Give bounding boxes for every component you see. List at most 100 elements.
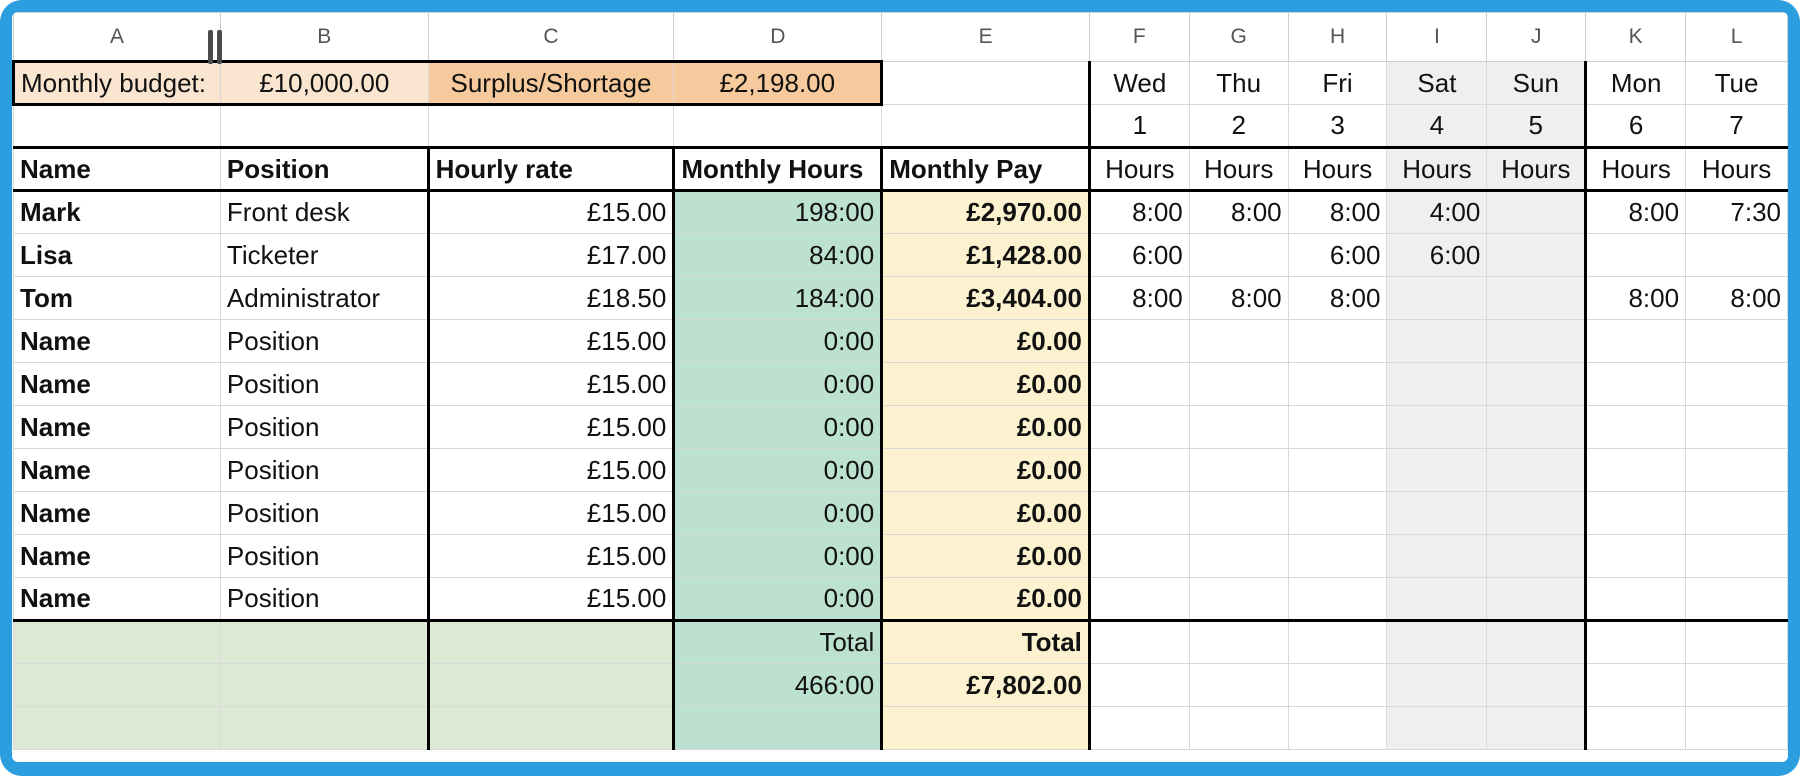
day-hours-cell[interactable]	[1188, 362, 1289, 406]
day-hours-cell[interactable]	[1685, 534, 1788, 578]
monthly-pay-cell[interactable]: £2,970.00	[881, 190, 1091, 234]
monthly-pay-cell[interactable]: £3,404.00	[881, 276, 1091, 320]
grid-cell[interactable]	[1188, 706, 1289, 750]
day-hours-cell[interactable]	[1585, 577, 1687, 622]
monthly-hours-cell[interactable]: 0:00	[673, 405, 884, 449]
day-name-cell[interactable]: Tue	[1685, 61, 1788, 105]
grid-cell[interactable]	[673, 706, 884, 750]
column-header-e[interactable]: E	[881, 12, 1090, 62]
grid-cell[interactable]	[13, 104, 221, 148]
column-header-d[interactable]: D	[673, 12, 883, 62]
day-unit-cell[interactable]: Hours	[1386, 146, 1488, 192]
day-number-cell[interactable]: 7	[1685, 104, 1788, 148]
day-hours-cell[interactable]: 6:00	[1386, 233, 1488, 277]
day-hours-cell[interactable]	[1486, 233, 1588, 277]
column-header-f[interactable]: F	[1088, 12, 1190, 62]
grid-cell[interactable]	[1386, 620, 1488, 664]
header-name[interactable]: Name	[13, 146, 221, 192]
grid-cell[interactable]	[427, 706, 676, 750]
day-hours-cell[interactable]	[1088, 448, 1190, 492]
day-hours-cell[interactable]	[1486, 276, 1588, 320]
grid-cell[interactable]	[1188, 620, 1289, 664]
day-hours-cell[interactable]	[1088, 319, 1190, 363]
day-hours-cell[interactable]: 8:00	[1088, 276, 1190, 320]
day-hours-cell[interactable]	[1585, 405, 1687, 449]
day-hours-cell[interactable]	[1486, 319, 1588, 363]
employee-name-cell[interactable]: Mark	[13, 190, 221, 234]
employee-position-cell[interactable]: Ticketer	[219, 233, 430, 277]
employee-name-cell[interactable]: Name	[13, 448, 221, 492]
grid-cell[interactable]	[427, 663, 676, 707]
day-unit-cell[interactable]: Hours	[1685, 146, 1788, 192]
day-hours-cell[interactable]	[1088, 405, 1190, 449]
day-hours-cell[interactable]	[1685, 405, 1788, 449]
day-name-cell[interactable]: Sat	[1386, 61, 1488, 105]
grid-cell[interactable]	[1486, 620, 1588, 664]
day-hours-cell[interactable]	[1386, 405, 1488, 449]
day-unit-cell[interactable]: Hours	[1088, 146, 1190, 192]
hourly-rate-cell[interactable]: £15.00	[427, 405, 676, 449]
monthly-hours-cell[interactable]: 0:00	[673, 491, 884, 535]
day-hours-cell[interactable]: 8:00	[1685, 276, 1788, 320]
column-header-b[interactable]: B	[219, 12, 429, 62]
grid-cell[interactable]	[1386, 706, 1488, 750]
employee-position-cell[interactable]: Administrator	[219, 276, 430, 320]
hourly-rate-cell[interactable]: £17.00	[427, 233, 676, 277]
day-hours-cell[interactable]	[1685, 319, 1788, 363]
day-hours-cell[interactable]	[1585, 319, 1687, 363]
day-unit-cell[interactable]: Hours	[1188, 146, 1289, 192]
employee-name-cell[interactable]: Tom	[13, 276, 221, 320]
total-hours-label[interactable]: Total	[673, 620, 884, 664]
day-number-cell[interactable]: 1	[1087, 104, 1190, 148]
day-name-cell[interactable]: Wed	[1087, 61, 1190, 105]
grid-cell[interactable]	[13, 706, 221, 750]
grid-cell[interactable]	[427, 620, 676, 664]
day-hours-cell[interactable]: 8:00	[1188, 190, 1289, 234]
column-header-l[interactable]: L	[1685, 12, 1788, 62]
day-hours-cell[interactable]	[1486, 190, 1588, 234]
grid-cell[interactable]	[1287, 620, 1388, 664]
grid-cell[interactable]	[1088, 663, 1190, 707]
grid-cell[interactable]	[1685, 663, 1788, 707]
day-hours-cell[interactable]: 6:00	[1287, 233, 1388, 277]
employee-position-cell[interactable]: Position	[219, 448, 430, 492]
grid-cell[interactable]	[1585, 706, 1687, 750]
grid-cell[interactable]	[219, 104, 429, 148]
day-hours-cell[interactable]	[1287, 405, 1388, 449]
day-hours-cell[interactable]	[1386, 448, 1488, 492]
day-hours-cell[interactable]: 8:00	[1287, 276, 1388, 320]
day-number-cell[interactable]: 6	[1585, 104, 1687, 148]
column-header-j[interactable]: J	[1486, 12, 1587, 62]
grid-cell[interactable]	[219, 620, 430, 664]
total-pay-value[interactable]: £7,802.00	[881, 663, 1091, 707]
day-hours-cell[interactable]	[1685, 233, 1788, 277]
monthly-hours-cell[interactable]: 184:00	[673, 276, 884, 320]
surplus-label-cell[interactable]: Surplus/Shortage	[427, 60, 675, 106]
grid-cell[interactable]	[1088, 620, 1190, 664]
hourly-rate-cell[interactable]: £15.00	[427, 190, 676, 234]
employee-position-cell[interactable]: Front desk	[219, 190, 430, 234]
day-hours-cell[interactable]	[1188, 577, 1289, 622]
header-position[interactable]: Position	[219, 146, 430, 192]
monthly-pay-cell[interactable]: £1,428.00	[881, 233, 1091, 277]
employee-position-cell[interactable]: Position	[219, 577, 430, 622]
day-hours-cell[interactable]	[1188, 448, 1289, 492]
grid-cell[interactable]	[13, 620, 221, 664]
day-hours-cell[interactable]	[1188, 319, 1289, 363]
grid-cell[interactable]	[1287, 706, 1388, 750]
day-hours-cell[interactable]	[1188, 491, 1289, 535]
day-hours-cell[interactable]	[1386, 491, 1488, 535]
employee-position-cell[interactable]: Position	[219, 319, 430, 363]
grid-cell[interactable]	[881, 706, 1091, 750]
column-header-c[interactable]: C	[427, 12, 675, 62]
grid-cell[interactable]	[1188, 663, 1289, 707]
employee-name-cell[interactable]: Name	[13, 577, 221, 622]
day-hours-cell[interactable]	[1486, 362, 1588, 406]
day-hours-cell[interactable]	[1386, 534, 1488, 578]
column-header-a[interactable]: A	[13, 12, 221, 62]
monthly-pay-cell[interactable]: £0.00	[881, 362, 1091, 406]
day-hours-cell[interactable]: 8:00	[1188, 276, 1289, 320]
day-name-cell[interactable]: Thu	[1188, 61, 1289, 105]
day-hours-cell[interactable]	[1486, 448, 1588, 492]
grid-cell[interactable]	[13, 663, 221, 707]
